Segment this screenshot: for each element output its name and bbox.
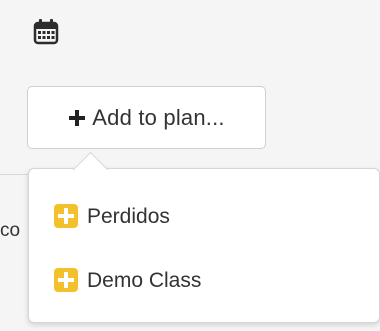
background-text-fragment: co <box>0 220 21 241</box>
add-to-plan-label: Add to plan... <box>92 104 225 130</box>
menu-item-label: Perdidos <box>87 204 170 228</box>
add-to-plan-dropdown: Perdidos Demo Class <box>28 168 380 323</box>
menu-item-perdidos[interactable]: Perdidos <box>53 201 170 231</box>
plus-square-icon <box>54 268 78 292</box>
menu-item-label: Demo Class <box>87 268 202 292</box>
add-to-plan-button[interactable]: Add to plan... <box>27 86 266 149</box>
menu-item-demo-class[interactable]: Demo Class <box>53 265 201 295</box>
plus-square-icon <box>54 204 78 228</box>
calendar-icon[interactable] <box>33 18 59 46</box>
dropdown-pointer <box>73 151 109 170</box>
plus-icon <box>69 109 86 126</box>
